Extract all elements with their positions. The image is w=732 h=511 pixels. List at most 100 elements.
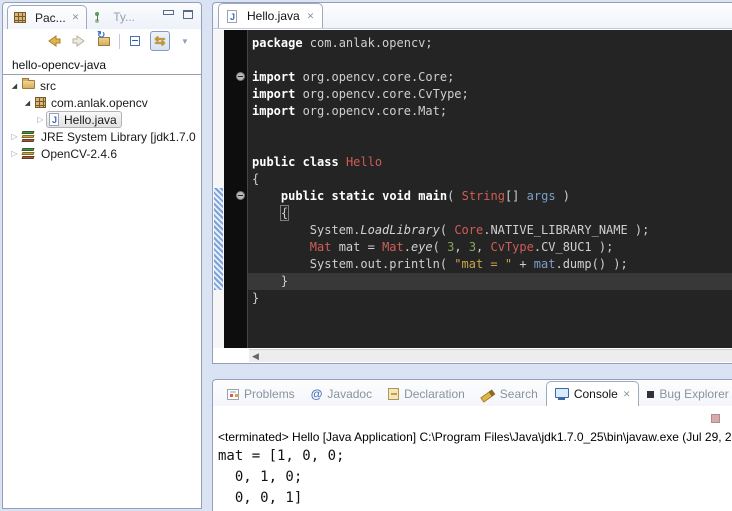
code-token: Hello <box>346 155 382 169</box>
code-token <box>339 155 346 169</box>
tree-item-body: JRE System Library [jdk1.7.0 <box>20 128 200 145</box>
editor-tab-row: Hello.java ✕ <box>213 3 732 29</box>
tab-package-explorer[interactable]: Pac... ✕ <box>7 5 87 29</box>
tab-console[interactable]: Console✕ <box>546 381 640 406</box>
annotation-ruler[interactable] <box>213 30 224 348</box>
code-token: com.anlak.opencv; <box>303 36 433 50</box>
fold-collapse-icon[interactable] <box>236 72 245 81</box>
code-token: , <box>454 240 468 254</box>
expand-arrow-icon[interactable]: ▷ <box>9 132 20 141</box>
scroll-left-icon[interactable]: ◀ <box>249 351 259 362</box>
code-line[interactable]: System.out.println( "mat = " + mat.dump(… <box>252 256 732 273</box>
code-token: package <box>252 36 303 50</box>
code-line[interactable]: System.LoadLibrary( Core.NATIVE_LIBRARY_… <box>252 222 732 239</box>
tree-item-project[interactable]: hello-opencv-java <box>3 55 201 75</box>
code-line[interactable]: import org.opencv.core.CvType; <box>252 86 732 103</box>
fold-gutter[interactable] <box>224 30 248 348</box>
tab-label: Javadoc <box>327 387 372 401</box>
view-menu-button[interactable]: ▼ <box>175 31 195 51</box>
console-output-line: mat = [1, 0, 0; <box>218 446 732 467</box>
editor-tab-label: Hello.java <box>247 9 300 23</box>
tree-item-label: com.anlak.opencv <box>51 96 148 110</box>
code-line[interactable] <box>252 137 732 154</box>
tree-item-src[interactable]: ◢ src <box>3 77 201 94</box>
code-token: ( <box>433 240 447 254</box>
code-line[interactable]: } <box>252 290 732 307</box>
code-line[interactable]: public static void main( String[] args ) <box>252 188 732 205</box>
type-hierarchy-icon <box>93 11 104 24</box>
expand-arrow-icon[interactable]: ▷ <box>9 149 20 158</box>
collapse-all-icon <box>130 36 140 46</box>
code-token <box>375 189 382 203</box>
library-icon <box>22 148 36 160</box>
up-icon <box>98 37 110 46</box>
code-token: "mat = " <box>454 257 512 271</box>
tab-type-hierarchy[interactable]: Ty... <box>87 5 142 29</box>
forward-button[interactable] <box>69 31 89 51</box>
code-line[interactable]: { <box>252 171 732 188</box>
link-with-editor-button[interactable]: ⇆ <box>150 31 170 51</box>
toolbar-separator <box>119 34 120 49</box>
tree-item-jre-system-library-jdk1-7-0[interactable]: ▷JRE System Library [jdk1.7.0 <box>3 128 201 145</box>
tab-bug-explorer[interactable]: Bug Explorer <box>639 382 732 406</box>
fold-collapse-icon[interactable] <box>236 191 245 200</box>
range-indicator <box>214 188 223 290</box>
close-icon[interactable]: ✕ <box>70 12 80 23</box>
back-button[interactable] <box>44 31 64 51</box>
close-icon[interactable]: ✕ <box>305 11 315 22</box>
code-line[interactable]: import org.opencv.core.Core; <box>252 69 732 86</box>
javafile-icon <box>49 113 59 126</box>
folder-icon <box>22 80 35 89</box>
collapse-arrow-icon[interactable]: ◢ <box>9 82 20 90</box>
code-token: Mat <box>382 240 404 254</box>
tab-declaration[interactable]: Declaration <box>380 382 473 406</box>
code-token <box>295 155 302 169</box>
code-line[interactable]: import org.opencv.core.Mat; <box>252 103 732 120</box>
code-token: org.opencv.core.Mat; <box>295 104 447 118</box>
horizontal-scrollbar[interactable]: ◀ <box>249 349 732 362</box>
code-token: System.out.println( <box>252 257 454 271</box>
tab-problems[interactable]: Problems <box>219 382 303 406</box>
forward-arrow-icon <box>71 34 87 48</box>
current-code-line[interactable]: } <box>248 273 732 290</box>
code-line[interactable]: { <box>252 205 732 222</box>
console-output: mat = [1, 0, 0; 0, 1, 0; 0, 0, 1] <box>213 446 732 509</box>
expand-arrow-icon[interactable]: ▷ <box>35 115 46 124</box>
tree-item-body: com.anlak.opencv <box>33 94 152 111</box>
explorer-toolbar: ⇆ ▼ <box>3 29 201 53</box>
console-panel: Problems Javadoc DeclarationSearchConsole✕… <box>212 379 732 511</box>
terminate-icon[interactable] <box>711 414 720 423</box>
tree-item-com-anlak-opencv[interactable]: ◢ com.anlak.opencv <box>3 94 201 111</box>
editor-tab-hello-java[interactable]: Hello.java ✕ <box>218 3 323 28</box>
code-line[interactable]: Mat mat = Mat.eye( 3, 3, CvType.CV_8UC1 … <box>252 239 732 256</box>
tab-javadoc[interactable]: Javadoc <box>303 382 380 406</box>
back-arrow-icon <box>46 34 62 48</box>
tab-search[interactable]: Search <box>473 382 546 406</box>
code-token: public <box>252 155 295 169</box>
tab-package-explorer-label: Pac... <box>35 11 66 25</box>
code-line[interactable] <box>252 52 732 69</box>
code-token: + <box>512 257 534 271</box>
code-area[interactable]: package com.anlak.opencv; import org.open… <box>248 30 732 348</box>
minimize-icon[interactable] <box>163 10 173 19</box>
close-icon[interactable]: ✕ <box>618 389 631 400</box>
tree-item-label: src <box>40 79 56 93</box>
tree-item-body: src <box>20 77 60 94</box>
code-line[interactable]: public class Hello <box>252 154 732 171</box>
code-line[interactable]: package com.anlak.opencv; <box>252 35 732 52</box>
maximize-icon[interactable] <box>183 10 193 19</box>
link-with-editor-icon: ⇆ <box>155 33 166 49</box>
package-icon <box>35 97 46 108</box>
editor-content: package com.anlak.opencv; import org.open… <box>213 30 732 348</box>
collapse-arrow-icon[interactable]: ◢ <box>22 99 33 107</box>
collapse-all-button[interactable] <box>125 31 145 51</box>
code-token <box>252 189 281 203</box>
up-button[interactable] <box>94 31 114 51</box>
tree-item-hello-java[interactable]: ▷Hello.java <box>3 111 201 128</box>
console-icon <box>555 388 569 400</box>
code-token: Core <box>454 223 483 237</box>
tree-item-opencv-2-4-6[interactable]: ▷OpenCV-2.4.6 <box>3 145 201 162</box>
tree-item-body: OpenCV-2.4.6 <box>20 145 121 162</box>
code-line[interactable] <box>252 120 732 137</box>
console-toolbar <box>213 406 732 430</box>
